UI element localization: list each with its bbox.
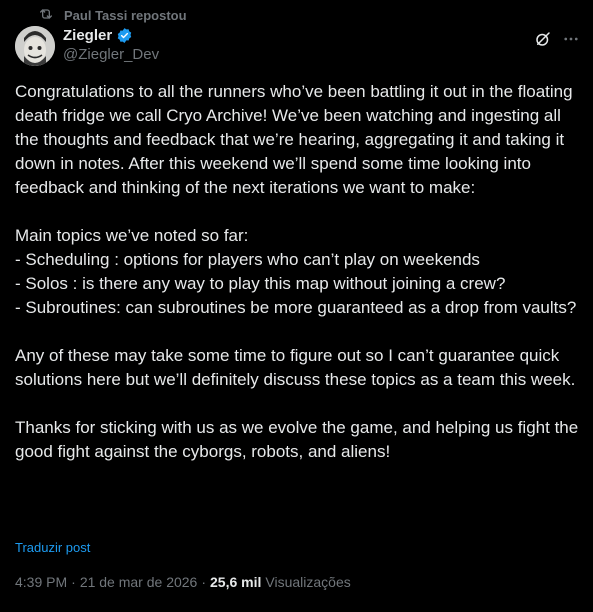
post-paragraph: Congratulations to all the runners who’v… [15, 82, 573, 197]
post-time[interactable]: 4:39 PM [15, 574, 67, 590]
post-paragraph: Main topics we’ve noted so far: [15, 226, 249, 245]
repost-label: Paul Tassi repostou [64, 8, 187, 23]
repost-icon [38, 6, 54, 25]
author-names: Ziegler @Ziegler_Dev [63, 27, 159, 63]
meta-separator: · [71, 574, 76, 590]
repost-indicator[interactable]: Paul Tassi repostou [38, 6, 187, 25]
post-paragraph: Thanks for sticking with us as we evolve… [15, 418, 579, 461]
grok-icon[interactable] [534, 30, 552, 48]
views-count: 25,6 mil [210, 574, 262, 590]
post-paragraph: Any of these may take some time to figur… [15, 346, 576, 389]
more-icon[interactable] [562, 30, 580, 48]
post-date[interactable]: 21 de mar de 2026 [80, 574, 198, 590]
post-list-item: - Subroutines: can subroutines be more g… [15, 298, 577, 317]
post-header: Ziegler @Ziegler_Dev [15, 26, 580, 70]
post-actions [534, 30, 580, 48]
views-label: Visualizações [265, 574, 351, 590]
post-list-item: - Solos : is there any way to play this … [15, 274, 506, 293]
verified-badge-icon[interactable] [116, 27, 133, 44]
author-handle[interactable]: @Ziegler_Dev [63, 46, 159, 63]
post-list-item: - Scheduling : options for players who c… [15, 250, 480, 269]
translate-post-link[interactable]: Traduzir post [15, 540, 90, 555]
meta-separator: · [201, 574, 207, 590]
display-name[interactable]: Ziegler [63, 27, 112, 44]
post-text: Congratulations to all the runners who’v… [15, 80, 580, 464]
avatar[interactable] [15, 26, 55, 66]
post-meta: 4:39 PM · 21 de mar de 2026 · 25,6 mil V… [15, 574, 351, 590]
